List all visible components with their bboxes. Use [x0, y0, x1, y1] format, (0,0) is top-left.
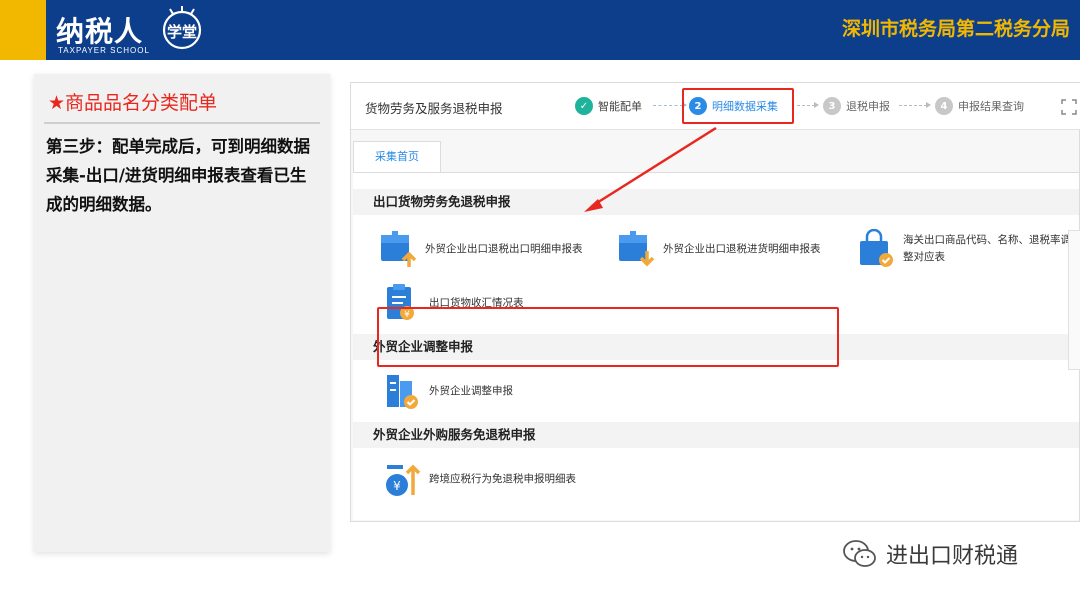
step-tax-refund-declare[interactable]: 3 退税申报	[823, 96, 890, 116]
tax-office-name: 深圳市税务局第二税务分局	[841, 18, 1070, 40]
svg-text:¥: ¥	[393, 479, 401, 493]
wechat-icon	[843, 540, 876, 567]
step-label: 智能配单	[598, 100, 642, 113]
logo-emblem-text: 学堂	[167, 23, 197, 41]
item-label: 外贸企业出口退税出口明细申报表	[425, 242, 583, 255]
item-purchase-detail-report[interactable]: 外贸企业出口退税进货明细申报表	[617, 227, 833, 271]
building-check-icon	[387, 375, 418, 409]
instruction-body: 第三步：配单完成后，可到明细数据采集-出口/进货明细申报表查看已生成的明细数据。	[46, 137, 310, 214]
watermark-text: 进出口财税通	[886, 544, 1019, 569]
check-icon: ✓	[575, 97, 593, 115]
item-cross-border-refund-detail[interactable]: ¥ 跨境应税行为免退税申报明细表	[383, 457, 643, 501]
tab-collection-home[interactable]: 采集首页	[353, 141, 441, 173]
step-smart-match[interactable]: ✓ 智能配单	[575, 96, 642, 116]
section-export-refund: 出口货物劳务免退税申报	[353, 189, 1079, 215]
highlight-box-step	[682, 88, 794, 124]
logo-subtitle: TAXPAYER SCHOOL	[58, 46, 150, 55]
logo-emblem-icon: 学堂	[162, 6, 202, 50]
item-label: 外贸企业调整申报	[429, 384, 513, 397]
highlight-box-detail-reports	[377, 307, 839, 367]
step-arrow	[797, 102, 819, 108]
watermark: 进出口财税通	[842, 536, 1018, 572]
step-result-query[interactable]: 4 申报结果查询	[935, 96, 1024, 116]
tax-app-window: 货物劳务及服务退税申报 ✓ 智能配单 2 明细数据采集 3 退税申报 4 申报结…	[350, 82, 1080, 522]
step-arrow	[653, 102, 687, 108]
instruction-panel: ★商品品名分类配单 第三步：配单完成后，可到明细数据采集-出口/进货明细申报表查…	[34, 74, 330, 552]
banner-accent-strip	[0, 0, 46, 60]
logo-text: 纳税人	[56, 15, 144, 48]
collection-content: 出口货物劳务免退税申报 外贸企业出口退税出口明细申报表 外贸企业出口退税进货明细…	[353, 172, 1079, 520]
item-label: 海关出口商品代码、名称、退税率调整对应表	[903, 234, 1071, 263]
shopping-bag-icon	[860, 229, 893, 267]
step-number-4: 4	[935, 97, 953, 115]
side-float-panel[interactable]	[1068, 230, 1080, 370]
app-title: 货物劳务及服务退税申报	[365, 101, 503, 116]
step-arrow	[899, 102, 931, 108]
item-label: 外贸企业出口退税进货明细申报表	[663, 242, 821, 255]
upload-box-icon	[381, 231, 417, 267]
step-label: 退税申报	[846, 100, 890, 113]
download-box-icon	[619, 231, 655, 267]
item-adjust-declare[interactable]: 外贸企业调整申报	[383, 369, 623, 413]
brand-logo: 纳税人 TAXPAYER SCHOOL 学堂	[56, 6, 206, 56]
header-banner: 纳税人 TAXPAYER SCHOOL 学堂 深圳市税务局第二税务分局	[0, 0, 1080, 60]
money-bag-arrow-icon: ¥	[386, 464, 421, 496]
step-number-3: 3	[823, 97, 841, 115]
section-purchased-service-refund: 外贸企业外购服务免退税申报	[353, 422, 1079, 448]
instruction-divider	[44, 122, 320, 124]
item-export-detail-report[interactable]: 外贸企业出口退税出口明细申报表	[379, 227, 599, 271]
step-label: 申报结果查询	[958, 100, 1024, 113]
instruction-title: ★商品品名分类配单	[48, 92, 218, 114]
item-label: 跨境应税行为免退税申报明细表	[429, 472, 576, 485]
item-customs-code-table[interactable]: 海关出口商品代码、名称、退税率调整对应表	[857, 227, 1079, 271]
fullscreen-icon[interactable]	[1061, 99, 1077, 115]
